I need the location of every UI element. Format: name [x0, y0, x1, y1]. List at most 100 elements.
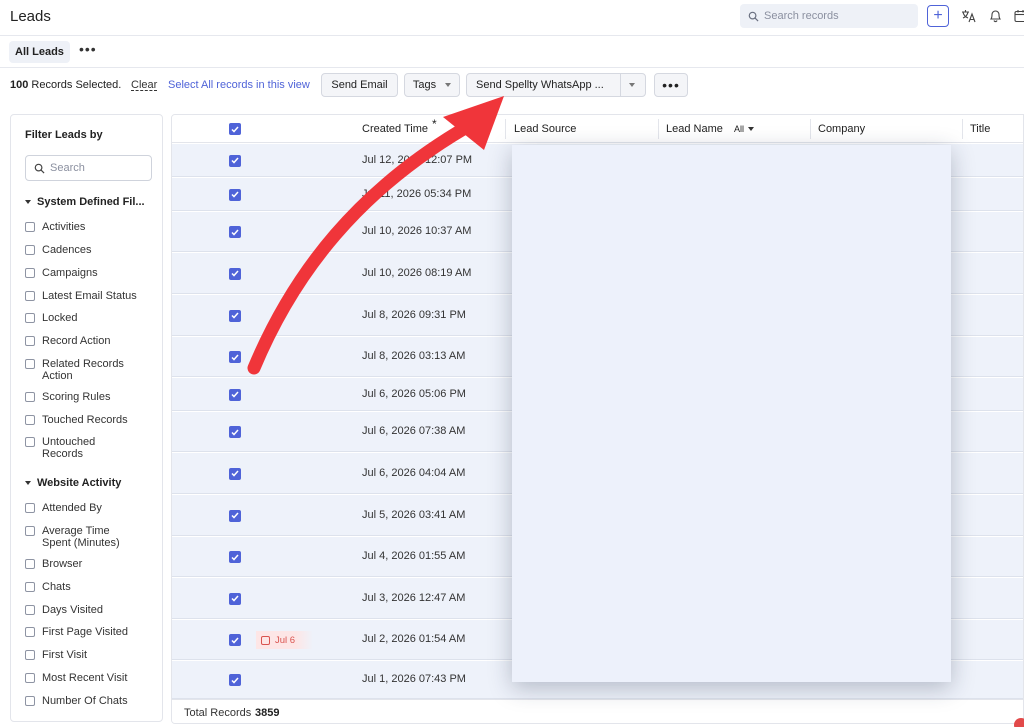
checkbox[interactable]	[25, 627, 35, 637]
filter-item[interactable]: Number Of Chats	[25, 695, 155, 707]
checkbox[interactable]	[25, 503, 35, 513]
search-icon	[748, 11, 759, 22]
checkbox[interactable]	[25, 559, 35, 569]
view-more-button[interactable]: •••	[79, 41, 97, 57]
row-checkbox[interactable]	[229, 509, 241, 522]
sort-marker: *	[432, 117, 437, 131]
bell-icon[interactable]	[987, 8, 1003, 24]
filter-item[interactable]: Activities	[25, 221, 155, 233]
filter-item[interactable]: Cadences	[25, 244, 155, 256]
clear-selection-link[interactable]: Clear	[131, 79, 157, 91]
checkbox[interactable]	[25, 605, 35, 615]
column-header-company[interactable]: Company	[818, 123, 865, 135]
row-checkbox[interactable]	[229, 674, 241, 686]
column-divider[interactable]	[962, 119, 963, 139]
tab-all-leads[interactable]: All Leads	[9, 41, 70, 63]
checkbox[interactable]	[25, 359, 35, 369]
select-all-records-link[interactable]: Select All records in this view	[168, 79, 310, 91]
column-divider[interactable]	[505, 119, 506, 139]
checkbox[interactable]	[25, 437, 35, 447]
checkbox[interactable]	[25, 336, 35, 346]
row-checkbox[interactable]	[229, 309, 241, 322]
lead-name-filter[interactable]: All	[734, 124, 755, 134]
column-divider[interactable]	[810, 119, 811, 139]
filter-item[interactable]: Campaigns	[25, 267, 155, 279]
calendar-icon[interactable]	[1012, 8, 1024, 24]
checkbox[interactable]	[25, 582, 35, 592]
row-checkbox[interactable]	[229, 226, 241, 238]
column-header-title[interactable]: Title	[970, 123, 990, 135]
task-icon	[261, 635, 270, 645]
filter-search[interactable]	[25, 155, 152, 181]
row-checkbox[interactable]	[229, 551, 241, 563]
column-header-lead-source[interactable]: Lead Source	[514, 123, 576, 135]
created-time-cell: Jul 11, 2026 05:34 PM	[362, 187, 472, 200]
send-email-button[interactable]: Send Email	[321, 73, 398, 97]
notification-badge[interactable]	[1014, 718, 1024, 727]
filter-item[interactable]: Most Recent Visit	[25, 672, 155, 684]
filter-item[interactable]: Related Records Action	[25, 358, 155, 382]
global-search[interactable]	[740, 4, 918, 28]
filter-item[interactable]: Scoring Rules	[25, 391, 155, 403]
checkbox[interactable]	[25, 650, 35, 660]
row-checkbox[interactable]	[229, 388, 241, 401]
checkbox[interactable]	[25, 313, 35, 323]
chevron-down-icon[interactable]	[629, 83, 635, 87]
check-icon	[231, 595, 239, 602]
view-bar: All Leads •••	[0, 36, 1024, 68]
column-header-created-time[interactable]: Created Time	[362, 123, 428, 135]
checkbox[interactable]	[25, 392, 35, 402]
send-whatsapp-button[interactable]: Send Spellty WhatsApp ...	[466, 73, 646, 97]
tags-button[interactable]: Tags	[404, 73, 460, 97]
filter-item[interactable]: First Visit	[25, 649, 155, 661]
row-checkbox[interactable]	[229, 467, 241, 480]
filter-item[interactable]: Untouched Records	[25, 436, 155, 460]
create-record-button[interactable]: +	[927, 5, 949, 27]
created-time-cell: Jul 12, 2026 12:07 PM	[362, 153, 473, 166]
checkbox[interactable]	[25, 673, 35, 683]
column-divider[interactable]	[658, 119, 659, 139]
filter-item[interactable]: Average Time Spent (Minutes)	[25, 525, 155, 549]
row-checkbox[interactable]	[229, 351, 241, 363]
row-checkbox[interactable]	[229, 426, 241, 438]
row-checkbox[interactable]	[229, 592, 241, 605]
created-time-cell: Jul 6, 2026 05:06 PM	[362, 387, 466, 400]
check-icon	[231, 677, 239, 684]
filter-item[interactable]: Touched Records	[25, 414, 155, 426]
created-time-cell: Jul 2, 2026 01:54 AM	[362, 633, 466, 645]
more-actions-button[interactable]: •••	[654, 73, 688, 97]
row-checkbox[interactable]	[229, 267, 241, 280]
filter-item[interactable]: Browser	[25, 558, 155, 570]
filter-item[interactable]: Locked	[25, 312, 155, 324]
created-time-cell: Jul 3, 2026 12:47 AM	[362, 591, 466, 604]
column-header-lead-name[interactable]: Lead Name	[666, 123, 723, 135]
filter-item[interactable]: Latest Email Status	[25, 290, 155, 302]
checkbox[interactable]	[25, 415, 35, 425]
checkbox[interactable]	[25, 245, 35, 255]
check-icon	[231, 470, 239, 477]
checkbox[interactable]	[25, 696, 35, 706]
popover-panel[interactable]	[512, 145, 951, 682]
checkbox[interactable]	[25, 291, 35, 301]
filter-group-system[interactable]: System Defined Fil...	[25, 196, 145, 208]
selected-count: 100	[10, 79, 29, 91]
filter-group-website[interactable]: Website Activity	[25, 477, 121, 489]
filter-item[interactable]: Record Action	[25, 335, 155, 347]
select-all-checkbox[interactable]	[229, 123, 241, 135]
row-checkbox[interactable]	[229, 154, 241, 167]
filter-item[interactable]: Chats	[25, 581, 155, 593]
filter-item[interactable]: First Page Visited	[25, 626, 155, 638]
row-checkbox[interactable]	[229, 188, 241, 201]
checkbox[interactable]	[25, 268, 35, 278]
filter-item[interactable]: Days Visited	[25, 604, 155, 616]
filter-item[interactable]: Attended By	[25, 502, 155, 514]
filter-search-input[interactable]	[50, 162, 150, 174]
row-checkbox[interactable]	[229, 634, 241, 646]
created-time-cell: Jul 6, 2026 07:38 AM	[362, 425, 466, 437]
task-due-badge[interactable]: Jul 6	[256, 631, 314, 649]
global-search-input[interactable]	[764, 10, 914, 22]
translate-icon[interactable]	[961, 8, 977, 24]
checkbox[interactable]	[25, 526, 35, 536]
filter-item-label: Cadences	[42, 244, 92, 256]
checkbox[interactable]	[25, 222, 35, 232]
